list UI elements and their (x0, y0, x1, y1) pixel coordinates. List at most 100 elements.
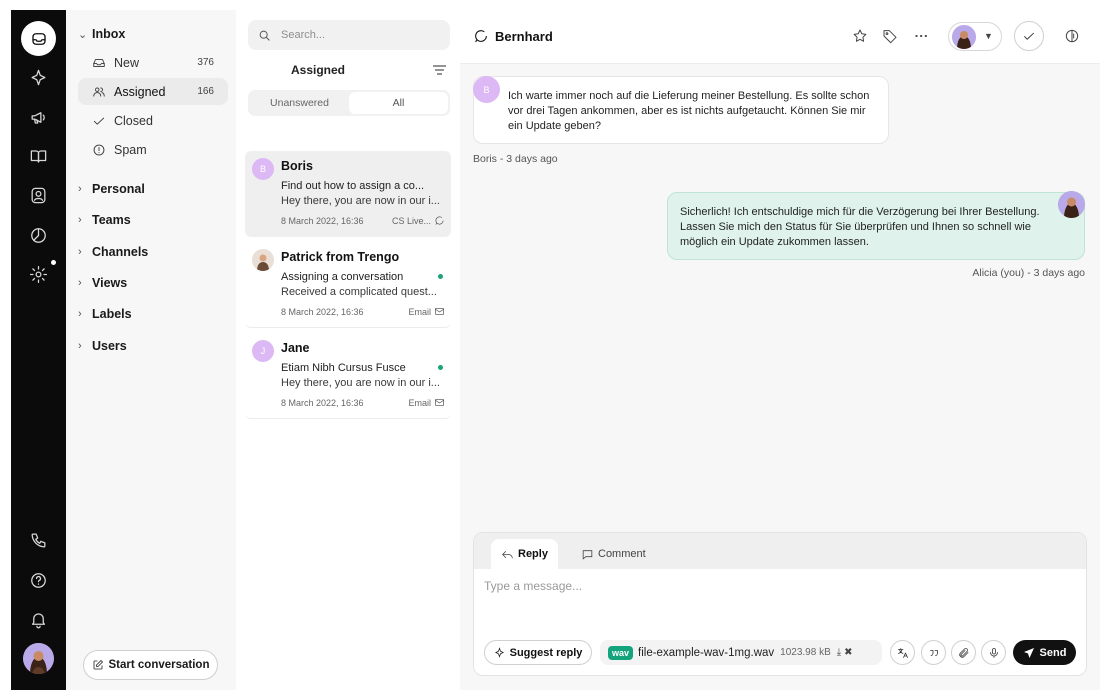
chevron-down-icon: ⌄ (78, 28, 88, 41)
settings-icon[interactable] (11, 257, 66, 291)
search-icon (259, 30, 270, 41)
outgoing-message: Sicherlich! Ich entschuldige mich für di… (667, 192, 1085, 260)
nav-group-users[interactable]: › Users (78, 339, 127, 353)
chevron-right-icon: › (78, 183, 82, 195)
phone-icon[interactable] (11, 523, 66, 557)
conversation-item[interactable]: Patrick from Trengo Assigning a conversa… (245, 242, 451, 328)
nav-group-inbox[interactable]: ⌄ Inbox (78, 27, 125, 41)
tab-comment-label: Comment (598, 548, 646, 560)
chat-header: Bernhard ▼ (460, 10, 1100, 64)
filter-unanswered[interactable]: Unanswered (250, 92, 349, 114)
nav-group-channels[interactable]: › Channels (78, 245, 148, 259)
nav-group-teams[interactable]: › Teams (78, 213, 131, 227)
chevron-right-icon: › (78, 340, 82, 352)
message-input[interactable] (484, 579, 1074, 619)
nav-item-count: 166 (197, 86, 214, 97)
nav-item-label: Spam (114, 142, 147, 157)
paperclip-icon[interactable] (951, 640, 976, 665)
search-box[interactable] (248, 20, 450, 50)
attachment-type-badge: wav (608, 645, 634, 660)
nav-group-labels[interactable]: › Labels (78, 307, 132, 321)
nav-item-spam[interactable]: Spam (78, 136, 228, 163)
unread-dot (438, 365, 443, 370)
nav-group-label: Personal (92, 182, 145, 196)
nav-group-views[interactable]: › Views (78, 276, 127, 290)
conversation-list-panel: Assigned Unanswered All B Boris Find out… (237, 10, 459, 690)
nav-item-assigned[interactable]: Assigned 166 (78, 78, 228, 105)
checkmark-icon (1024, 32, 1034, 40)
nav-item-new[interactable]: New 376 (78, 49, 228, 76)
conversation-item[interactable]: B Boris Find out how to assign a co... H… (245, 151, 451, 237)
chevron-right-icon: › (78, 214, 82, 226)
assignee-selector[interactable]: ▼ (948, 22, 1002, 51)
nav-group-label: Channels (92, 245, 149, 259)
tab-comment[interactable]: Comment (571, 539, 656, 569)
contact-name: Patrick from Trengo (281, 250, 400, 264)
navigation-sidebar: ⌄ Inbox New 376 Assigned 166 Closed Spam… (66, 10, 236, 690)
conversation-date: 8 March 2022, 16:36 (281, 307, 364, 317)
user-avatar[interactable] (23, 643, 54, 674)
nav-group-label: Teams (92, 213, 131, 227)
attachment-chip: wav file-example-wav-1mg.wav 1023.98 kB … (600, 640, 882, 665)
contacts-icon[interactable] (11, 178, 66, 212)
icon-rail (11, 10, 66, 690)
alert-circle-icon (93, 144, 105, 155)
composer-tabs: Reply Comment (474, 533, 1086, 569)
conversation-preview: Hey there, you are now in our i... (281, 377, 440, 389)
nav-item-closed[interactable]: Closed (78, 107, 228, 134)
bell-icon[interactable] (11, 602, 66, 636)
start-conversation-button[interactable]: Start conversation (83, 650, 218, 680)
channel-label: CS Live... (391, 215, 431, 226)
start-conversation-label: Start conversation (108, 659, 210, 671)
more-options-icon[interactable] (912, 27, 930, 45)
conversation-date: 8 March 2022, 16:36 (281, 398, 364, 408)
reply-arrow-icon (502, 550, 513, 558)
chat-bubble-icon (475, 30, 487, 43)
channel-label: Email (408, 397, 431, 408)
remove-attachment-icon[interactable]: ✖ (844, 647, 852, 658)
reports-icon[interactable] (11, 218, 66, 252)
list-title: Assigned (291, 63, 346, 77)
sort-icon[interactable] (432, 64, 447, 76)
nav-item-label: New (114, 55, 140, 70)
conversation-channel: CS Live... (392, 215, 445, 226)
tab-reply[interactable]: Reply (491, 539, 558, 569)
send-label: Send (1039, 646, 1067, 659)
incoming-message: Ich warte immer noch auf die Lieferung m… (473, 76, 889, 144)
toggle-sidebar-icon[interactable] (1063, 27, 1081, 45)
nav-group-label: Inbox (92, 27, 126, 41)
conversation-channel: Email (408, 397, 445, 408)
chat-panel: Bernhard ▼ Ich warte immer noch auf die … (460, 10, 1100, 690)
attachment-size: 1023.98 kB (780, 647, 831, 658)
download-icon[interactable]: ⤓ (837, 647, 841, 658)
chevron-right-icon: › (78, 277, 82, 289)
search-input[interactable] (281, 29, 431, 41)
message-composer: Reply Comment Suggest reply wav file-exa… (473, 532, 1087, 676)
sparkle-icon[interactable] (11, 60, 66, 94)
send-icon (1023, 647, 1034, 658)
megaphone-icon[interactable] (11, 100, 66, 134)
help-icon[interactable] (11, 563, 66, 597)
outgoing-avatar (1058, 191, 1085, 218)
filter-all[interactable]: All (349, 92, 448, 114)
inbox-icon[interactable] (21, 21, 56, 56)
outgoing-message-meta: Alicia (you) - 3 days ago (972, 267, 1085, 279)
tag-icon[interactable] (881, 27, 899, 45)
settings-notification-dot (51, 260, 56, 265)
assignee-avatar (952, 25, 976, 49)
microphone-icon[interactable] (981, 640, 1006, 665)
contact-avatar (252, 249, 274, 271)
contact-name: Jane (281, 341, 310, 355)
send-button[interactable]: Send (1013, 640, 1076, 665)
translate-icon[interactable] (890, 640, 915, 665)
book-icon[interactable] (11, 139, 66, 173)
nav-item-count: 376 (197, 57, 214, 68)
conversation-item[interactable]: J Jane Etiam Nibh Cursus Fusce Hey there… (245, 333, 451, 419)
suggest-reply-button[interactable]: Suggest reply (484, 640, 592, 665)
resolve-button[interactable] (1014, 21, 1044, 51)
quote-icon[interactable] (921, 640, 946, 665)
conversation-subject: Etiam Nibh Cursus Fusce (281, 362, 406, 374)
users-icon (93, 86, 105, 97)
star-icon[interactable] (851, 27, 869, 45)
nav-group-personal[interactable]: › Personal (78, 182, 145, 196)
